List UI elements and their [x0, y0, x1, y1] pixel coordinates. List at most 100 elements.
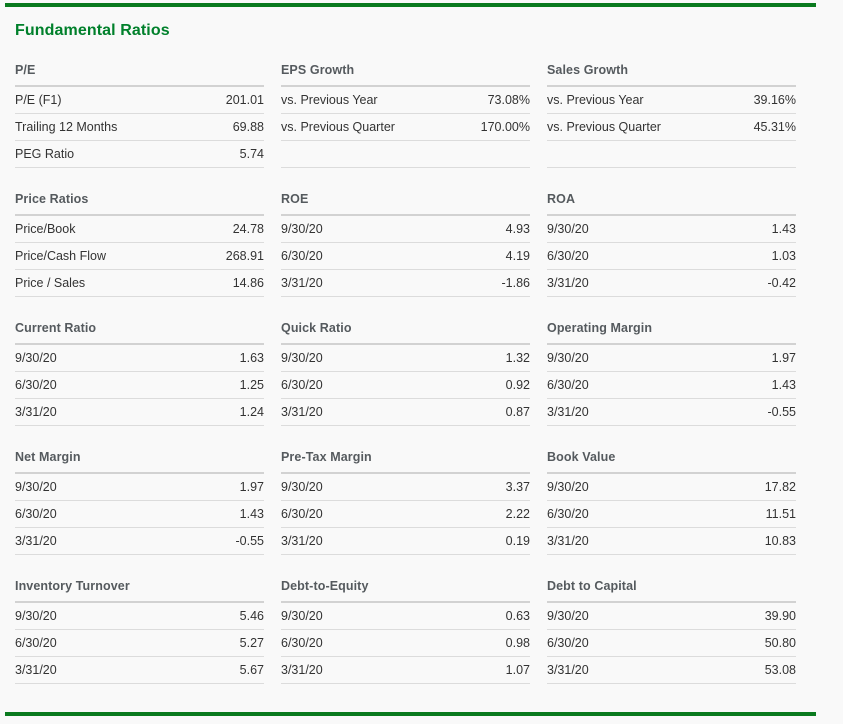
ratio-row: 6/30/20 5.27 — [15, 630, 264, 657]
ratio-row: Trailing 12 Months 69.88 — [15, 114, 264, 141]
ratio-block-heading: Operating Margin — [547, 320, 796, 345]
ratio-row-label: 3/31/20 — [547, 276, 589, 290]
column-gutter — [530, 449, 547, 578]
ratio-row-value: 1.43 — [771, 222, 796, 236]
ratio-row-value: 5.46 — [239, 609, 264, 623]
ratio-block-rows: 9/30/20 39.90 6/30/20 50.80 3/31/20 53.08 — [547, 603, 796, 684]
ratio-row — [281, 141, 530, 168]
ratio-row-value: 73.08% — [487, 93, 530, 107]
ratio-row-label: vs. Previous Quarter — [547, 120, 661, 134]
ratio-block: Pre-Tax Margin 9/30/20 3.37 6/30/20 2.22 3/31… — [281, 449, 530, 555]
ratio-row-label: 9/30/20 — [281, 480, 323, 494]
ratio-row-value: -0.55 — [767, 405, 797, 419]
ratio-row: 9/30/20 1.63 — [15, 345, 264, 372]
ratio-row-label: 3/31/20 — [281, 405, 323, 419]
ratio-block-heading: Quick Ratio — [281, 320, 530, 345]
ratio-row: 3/31/20 1.07 — [281, 657, 530, 684]
ratio-block-heading: Price Ratios — [15, 191, 264, 216]
ratio-row-label: 6/30/20 — [547, 378, 589, 392]
ratio-row: 9/30/20 4.93 — [281, 216, 530, 243]
ratio-row: 6/30/20 1.43 — [547, 372, 796, 399]
ratio-row-value: 268.91 — [225, 249, 264, 263]
ratio-row-label: 9/30/20 — [547, 609, 589, 623]
ratio-row-value: 0.98 — [505, 636, 530, 650]
ratio-row-value: 17.82 — [764, 480, 796, 494]
ratio-row-value: 1.25 — [239, 378, 264, 392]
column-gutter — [264, 191, 281, 320]
ratio-row-value: 4.93 — [505, 222, 530, 236]
ratio-block-heading: Current Ratio — [15, 320, 264, 345]
ratio-row-value: 53.08 — [764, 663, 796, 677]
ratio-row-value: 1.63 — [239, 351, 264, 365]
ratio-row: 9/30/20 5.46 — [15, 603, 264, 630]
ratio-row-label: Trailing 12 Months — [15, 120, 118, 134]
column-gutter — [264, 320, 281, 449]
ratio-row-label: P/E (F1) — [15, 93, 62, 107]
ratio-row-label: 6/30/20 — [15, 507, 57, 521]
ratio-row-value: 1.07 — [505, 663, 530, 677]
ratio-block-heading: Sales Growth — [547, 62, 796, 87]
ratio-row-value: -0.42 — [767, 276, 797, 290]
ratio-row: 9/30/20 17.82 — [547, 474, 796, 501]
ratio-block-heading: Debt-to-Equity — [281, 578, 530, 603]
ratio-row — [547, 141, 796, 168]
column-gutter — [264, 449, 281, 578]
ratio-row: vs. Previous Year 73.08% — [281, 87, 530, 114]
ratio-block-heading: Book Value — [547, 449, 796, 474]
ratio-row-value: 5.67 — [239, 663, 264, 677]
ratio-block-rows: 9/30/20 3.37 6/30/20 2.22 3/31/20 0.19 — [281, 474, 530, 555]
ratio-row: 3/31/20 53.08 — [547, 657, 796, 684]
ratio-block-heading: Inventory Turnover — [15, 578, 264, 603]
ratio-row: 9/30/20 1.97 — [15, 474, 264, 501]
ratio-block: P/E P/E (F1) 201.01 Trailing 12 Months 69.88… — [15, 62, 264, 168]
ratio-row-label: PEG Ratio — [15, 147, 75, 161]
ratio-row-label: 9/30/20 — [15, 351, 57, 365]
ratio-row-value: 39.90 — [764, 609, 796, 623]
ratio-row-value: 2.22 — [505, 507, 530, 521]
ratio-row-label: 3/31/20 — [15, 534, 57, 548]
ratio-row: 6/30/20 1.43 — [15, 501, 264, 528]
ratio-block: Price Ratios Price/Book 24.78 Price/Cash Fl… — [15, 191, 264, 297]
ratio-block-rows: 9/30/20 17.82 6/30/20 11.51 3/31/20 10.83 — [547, 474, 796, 555]
ratio-row: vs. Previous Quarter 170.00% — [281, 114, 530, 141]
ratio-row-label: 9/30/20 — [281, 351, 323, 365]
ratio-row-label: 3/31/20 — [547, 534, 589, 548]
ratio-row: 3/31/20 5.67 — [15, 657, 264, 684]
ratio-row: P/E (F1) 201.01 — [15, 87, 264, 114]
ratio-row-value: 11.51 — [765, 507, 796, 521]
ratio-row-value: 1.24 — [239, 405, 264, 419]
ratio-row: 9/30/20 39.90 — [547, 603, 796, 630]
ratio-row-value: 170.00% — [480, 120, 530, 134]
ratio-block-heading: ROE — [281, 191, 530, 216]
ratio-row: 6/30/20 0.92 — [281, 372, 530, 399]
ratio-row-label: 3/31/20 — [547, 405, 589, 419]
ratio-row-label: vs. Previous Year — [547, 93, 644, 107]
ratio-row-label: 6/30/20 — [15, 378, 57, 392]
ratio-block-rows: 9/30/20 0.63 6/30/20 0.98 3/31/20 1.07 — [281, 603, 530, 684]
ratio-row: 3/31/20 0.19 — [281, 528, 530, 555]
ratio-block-heading: Pre-Tax Margin — [281, 449, 530, 474]
ratio-block-heading: EPS Growth — [281, 62, 530, 87]
ratio-row: 6/30/20 11.51 — [547, 501, 796, 528]
ratio-row: 9/30/20 3.37 — [281, 474, 530, 501]
ratio-row: 6/30/20 1.25 — [15, 372, 264, 399]
ratio-block-rows: 9/30/20 5.46 6/30/20 5.27 3/31/20 5.67 — [15, 603, 264, 684]
ratio-row-label: 9/30/20 — [281, 222, 323, 236]
ratio-row-value: -1.86 — [501, 276, 531, 290]
ratio-row-value: 69.88 — [232, 120, 264, 134]
ratio-row-label: 9/30/20 — [547, 222, 589, 236]
ratio-block: Net Margin 9/30/20 1.97 6/30/20 1.43 3/31/20 -… — [15, 449, 264, 555]
ratio-row: Price/Cash Flow 268.91 — [15, 243, 264, 270]
ratio-row-label: 3/31/20 — [281, 663, 323, 677]
ratio-row-value: 1.43 — [771, 378, 796, 392]
ratio-row-value: -0.55 — [235, 534, 265, 548]
ratio-row-label: 3/31/20 — [547, 663, 589, 677]
ratio-row-label: vs. Previous Year — [281, 93, 378, 107]
ratio-block-rows: Price/Book 24.78 Price/Cash Flow 268.91 Pric… — [15, 216, 264, 297]
ratio-row-value: 1.32 — [505, 351, 530, 365]
ratio-row: 6/30/20 50.80 — [547, 630, 796, 657]
ratio-block: Debt-to-Equity 9/30/20 0.63 6/30/20 0.98 3/31… — [281, 578, 530, 684]
column-gutter — [530, 62, 547, 191]
column-gutter — [530, 578, 547, 707]
ratio-row-label: 3/31/20 — [15, 405, 57, 419]
